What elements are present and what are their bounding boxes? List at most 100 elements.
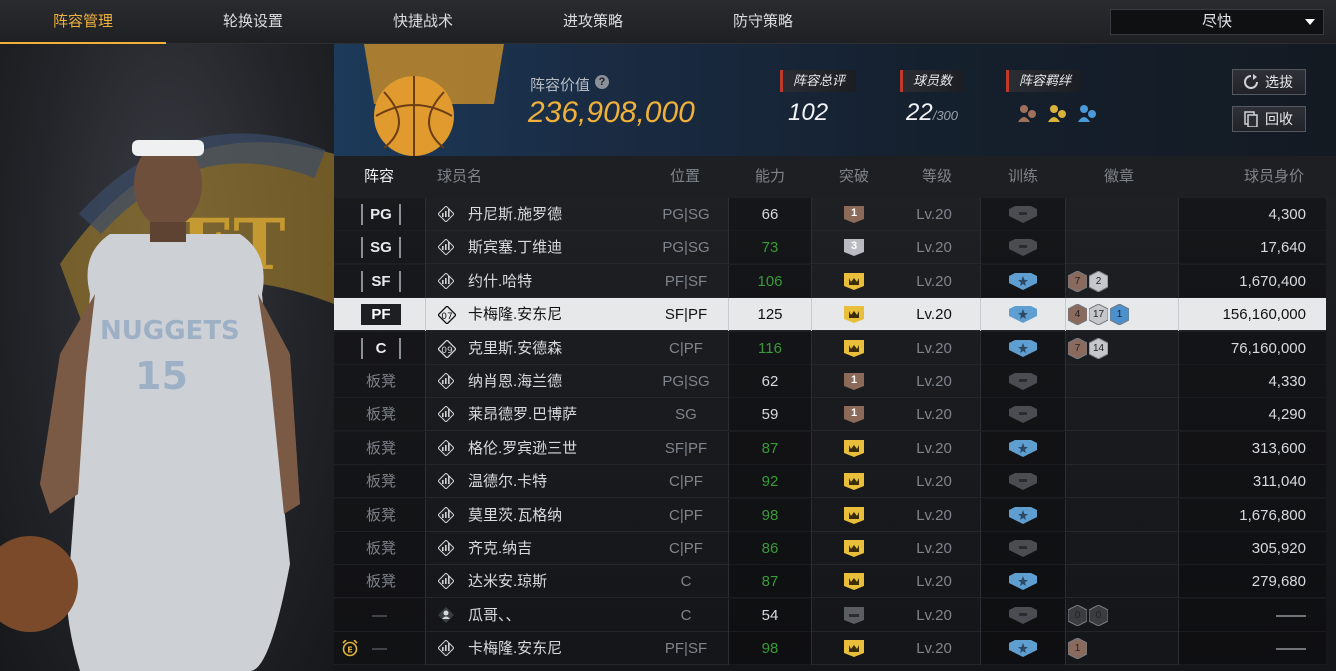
table-row[interactable]: PG 丹尼斯.施罗德 PG|SG 66 1 Lv.20 4,300	[334, 198, 1326, 231]
tab-lineup[interactable]: 阵容管理	[0, 0, 166, 44]
table-row[interactable]: SF 约什.哈特 PF|SF 106 Lv.20 7 2 1,670,400	[334, 264, 1326, 298]
table-row[interactable]: C 09 克里斯.安德森 C|PF 116 Lv.20 7 14 76,160,000	[334, 331, 1326, 365]
slot-label[interactable]: C	[361, 337, 401, 359]
slot-label[interactable]: SG	[361, 237, 401, 259]
slot-label[interactable]: PF	[361, 304, 401, 326]
badge-hex-icon[interactable]: 4	[1068, 304, 1087, 326]
training-icon[interactable]	[1009, 439, 1037, 457]
training-icon[interactable]	[1009, 239, 1037, 257]
rating-bars-icon	[437, 439, 455, 457]
badge-hex-icon[interactable]: 0	[1068, 604, 1087, 626]
col-ability[interactable]: 能力	[755, 156, 785, 198]
rating-tag: 阵容总评	[780, 70, 856, 92]
badge-hex-icon[interactable]: 14	[1089, 337, 1108, 359]
col-training[interactable]: 训练	[1008, 156, 1038, 198]
training-icon[interactable]	[1009, 473, 1037, 491]
table-row[interactable]: 板凳 纳肖恩.海兰德 PG|SG 62 1 Lv.20 4,330	[334, 365, 1326, 398]
table-row[interactable]: 板凳 格伦.罗宾逊三世 SF|PF 87 Lv.20 313,600	[334, 431, 1326, 465]
badge-hex-icon[interactable]: 0	[1089, 604, 1108, 626]
slot-label[interactable]: 板凳	[366, 432, 396, 465]
player-name[interactable]: 莱昂德罗.巴博萨	[468, 398, 577, 431]
col-badge[interactable]: 徽章	[1104, 156, 1134, 198]
player-name[interactable]: 斯宾塞.丁维迪	[468, 231, 562, 264]
player-name[interactable]: 卡梅隆.安东尼	[468, 632, 562, 665]
slot-label[interactable]: 板凳	[366, 499, 396, 532]
table-row[interactable]: 板凳 达米安.琼斯 C 87 Lv.20 279,680	[334, 565, 1326, 599]
training-icon[interactable]	[1009, 306, 1037, 324]
training-icon[interactable]	[1009, 206, 1037, 223]
slot-label[interactable]: SF	[361, 270, 401, 292]
pace-select[interactable]: 尽快	[1110, 9, 1324, 35]
col-breakthrough[interactable]: 突破	[839, 156, 869, 198]
slot-label[interactable]: —	[372, 599, 387, 632]
bond-icons[interactable]	[1016, 102, 1100, 129]
players-count: 22	[906, 99, 933, 126]
player-name[interactable]: 格伦.罗宾逊三世	[468, 432, 577, 465]
table-row[interactable]: PF 07 卡梅隆.安东尼 SF|PF 125 Lv.20 4 17 1 156,160,000	[334, 298, 1326, 332]
badge-hex-icon[interactable]: 7	[1068, 337, 1087, 359]
tab-offense[interactable]: 进攻策略	[510, 0, 676, 44]
player-name[interactable]: 齐克.纳吉	[468, 532, 532, 565]
recycle-button-label: 回收	[1265, 111, 1293, 127]
table-row[interactable]: 板凳 温德尔.卡特 C|PF 92 Lv.20 311,040	[334, 465, 1326, 499]
slot-label[interactable]: PG	[361, 204, 401, 225]
slot-label[interactable]: 板凳	[366, 565, 396, 598]
table-row[interactable]: 板凳 莫里茨.瓦格纳 C|PF 98 Lv.20 1,676,800	[334, 498, 1326, 532]
slot-label[interactable]: 板凳	[366, 398, 396, 431]
rating-bars-icon	[437, 505, 455, 524]
slot-label[interactable]: 板凳	[366, 532, 396, 565]
slot-label[interactable]: 板凳	[366, 465, 396, 498]
table-row[interactable]: 板凳 齐克.纳吉 C|PF 86 Lv.20 305,920	[334, 532, 1326, 565]
recycle-button[interactable]: 回收	[1232, 106, 1306, 132]
svg-text:E: E	[347, 646, 352, 655]
training-icon[interactable]	[1009, 406, 1037, 424]
col-position[interactable]: 位置	[670, 156, 700, 198]
player-name[interactable]: 克里斯.安德森	[468, 332, 562, 365]
table-row[interactable]: — 瓜哥、、 C 54 Lv.20 0 0 ——	[334, 598, 1326, 632]
training-icon[interactable]	[1009, 573, 1037, 591]
scout-button[interactable]: 选拔	[1232, 69, 1306, 95]
slot-label[interactable]: —	[372, 632, 387, 665]
help-icon[interactable]: ?	[595, 75, 609, 89]
player-name[interactable]: 莫里茨.瓦格纳	[468, 499, 562, 532]
training-icon[interactable]	[1009, 540, 1037, 557]
player-position: C|PF	[669, 473, 703, 491]
badge-hex-icon[interactable]: 17	[1089, 304, 1108, 326]
badge-count: 0	[1095, 609, 1102, 621]
tab-rotation[interactable]: 轮换设置	[170, 0, 336, 44]
col-level[interactable]: 等级	[922, 156, 952, 198]
col-lineup[interactable]: 阵容	[364, 156, 394, 198]
badge-hex-icon[interactable]: 2	[1089, 270, 1108, 292]
table-row[interactable]: SG 斯宾塞.丁维迪 PG|SG 73 3 Lv.20 17,640	[334, 231, 1326, 265]
player-name[interactable]: 纳肖恩.海兰德	[468, 365, 562, 398]
player-level: Lv.20	[916, 206, 952, 223]
player-name[interactable]: 约什.哈特	[468, 265, 532, 298]
tab-quick-tactics[interactable]: 快捷战术	[340, 0, 506, 44]
training-icon[interactable]	[1009, 373, 1037, 390]
player-name[interactable]: 丹尼斯.施罗德	[468, 198, 562, 231]
tab-defense[interactable]: 防守策略	[680, 0, 846, 44]
col-name[interactable]: 球员名	[437, 156, 482, 198]
badge-hex-icon[interactable]: 1	[1110, 304, 1129, 326]
badge-hex-icon[interactable]: 7	[1068, 270, 1087, 292]
player-price: 4,330	[1268, 373, 1306, 390]
badge-list: 7 14	[1068, 337, 1110, 360]
training-icon[interactable]	[1009, 640, 1037, 658]
training-icon[interactable]	[1009, 606, 1037, 624]
breakthrough-icon	[842, 606, 866, 624]
table-row[interactable]: 板凳 莱昂德罗.巴博萨 SG 59 1 Lv.20 4,290	[334, 398, 1326, 432]
badge-hex-icon[interactable]: 1	[1068, 638, 1087, 660]
training-icon[interactable]	[1009, 272, 1037, 290]
player-name[interactable]: 达米安.琼斯	[468, 565, 547, 598]
training-icon[interactable]	[1009, 506, 1037, 524]
table-row[interactable]: E — 卡梅隆.安东尼 PF|SF 98 Lv.20 1 ——	[334, 632, 1326, 666]
col-price[interactable]: 球员身价	[1244, 156, 1304, 198]
breakthrough-icon	[842, 540, 866, 557]
player-level: Lv.20	[916, 473, 952, 491]
player-name[interactable]: 温德尔.卡特	[468, 465, 547, 498]
player-name[interactable]: 卡梅隆.安东尼	[468, 298, 562, 331]
slot-label[interactable]: 板凳	[366, 365, 396, 398]
team-logo	[364, 44, 504, 156]
training-icon[interactable]	[1009, 339, 1037, 357]
player-name[interactable]: 瓜哥、、	[468, 599, 521, 632]
